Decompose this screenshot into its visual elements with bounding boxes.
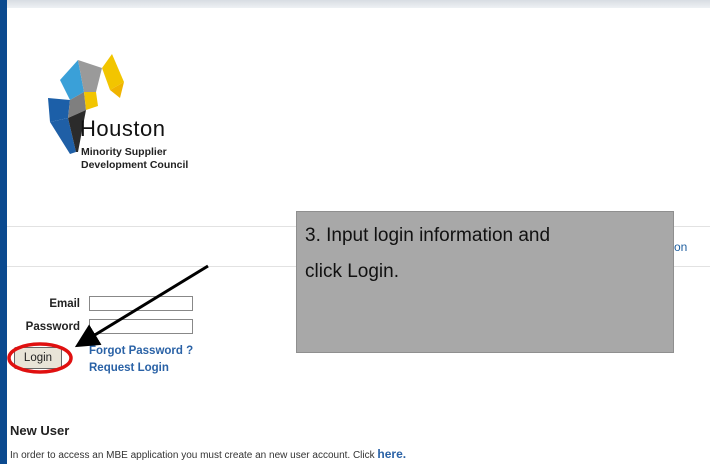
new-user-here-link[interactable]: here. <box>377 447 406 461</box>
new-user-text: In order to access an MBE application yo… <box>10 450 378 461</box>
logo-subtitle-line2: Development Council <box>81 159 189 171</box>
logo-subtitle-line1: Minority Supplier <box>81 146 167 158</box>
forgot-password-link[interactable]: Forgot Password ? <box>89 345 193 357</box>
password-label: Password <box>25 321 80 333</box>
login-button[interactable]: Login <box>14 347 62 369</box>
request-login-link[interactable]: Request Login <box>89 362 169 374</box>
new-user-heading: New User <box>10 423 70 438</box>
left-accent-bar <box>0 0 7 464</box>
email-label: Email <box>49 298 80 310</box>
logo-title: Houston <box>80 116 166 141</box>
top-bar <box>0 0 710 8</box>
callout-line1: 3. Input login information and <box>305 225 551 246</box>
nav-link-partial[interactable]: on <box>674 240 687 254</box>
password-field[interactable] <box>89 319 193 334</box>
email-field[interactable] <box>89 296 193 311</box>
callout-line2: click Login. <box>305 261 399 282</box>
instruction-callout: 3. Input login information and click Log… <box>296 211 674 353</box>
logo-subtitle: Minority Supplier Development Council <box>81 146 191 172</box>
new-user-description: In order to access an MBE application yo… <box>10 447 406 461</box>
